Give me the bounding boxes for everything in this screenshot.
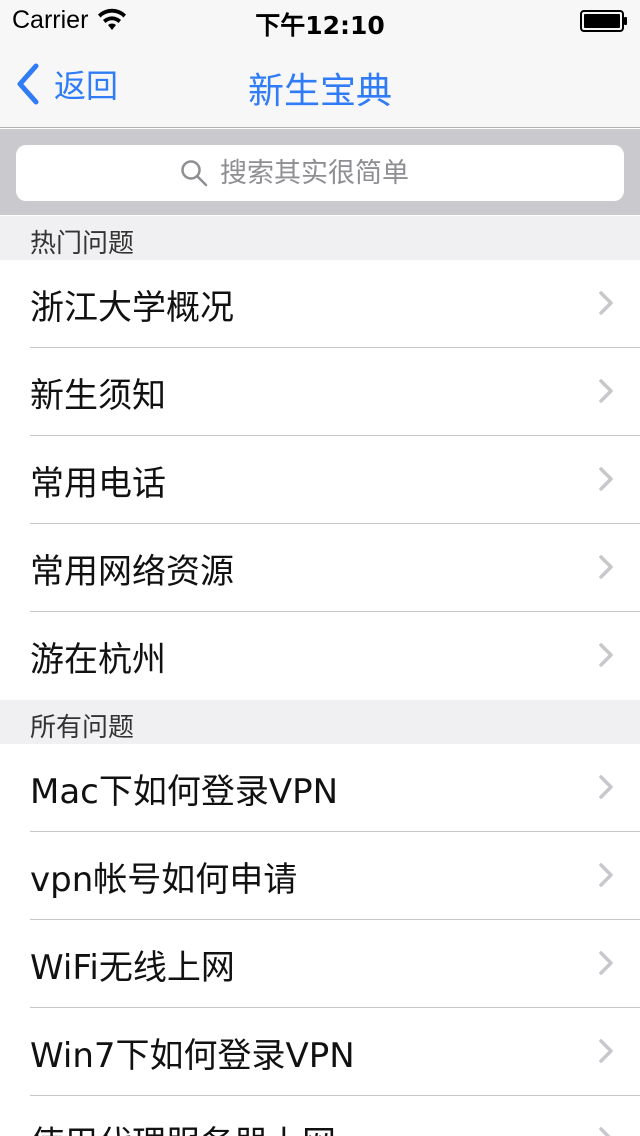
list-item-label: Mac下如何登录VPN <box>30 772 339 812</box>
search-input[interactable] <box>220 157 460 189</box>
section-header-hot: 热门问题 <box>0 216 640 260</box>
list-item-label: WiFi无线上网 <box>30 948 235 988</box>
top-bar: Carrier 下午12:10 返回 新生宝典 <box>0 0 640 128</box>
status-time: 下午12:10 <box>255 11 385 40</box>
search-field[interactable] <box>16 145 624 201</box>
list-item[interactable]: 使用代理服务器上网 <box>0 1096 640 1136</box>
chevron-right-icon <box>599 291 613 315</box>
search-icon <box>181 160 208 187</box>
status-bar: Carrier 下午12:10 <box>0 0 640 40</box>
list-item[interactable]: 常用电话 <box>0 436 640 524</box>
list-item[interactable]: 常用网络资源 <box>0 524 640 612</box>
chevron-right-icon <box>599 467 613 491</box>
page-title: 新生宝典 <box>247 71 392 112</box>
section-header-label: 热门问题 <box>30 229 135 259</box>
chevron-right-icon <box>599 951 613 975</box>
list-item-label: 常用电话 <box>30 464 166 504</box>
section-header-all: 所有问题 <box>0 700 640 744</box>
list-item[interactable]: vpn帐号如何申请 <box>0 832 640 920</box>
list-item[interactable]: 新生须知 <box>0 348 640 436</box>
navigation-bar: 返回 新生宝典 <box>0 40 640 128</box>
chevron-right-icon <box>599 555 613 579</box>
search-bar <box>0 129 640 215</box>
chevron-right-icon <box>599 1039 613 1063</box>
list-item[interactable]: Win7下如何登录VPN <box>0 1008 640 1096</box>
list-item-label: 浙江大学概况 <box>30 288 234 328</box>
list-item[interactable]: Mac下如何登录VPN <box>0 744 640 832</box>
list-item-label: 新生须知 <box>30 376 166 416</box>
chevron-right-icon <box>599 379 613 403</box>
chevron-right-icon <box>599 775 613 799</box>
list-item-label: 常用网络资源 <box>30 552 234 592</box>
section-header-label: 所有问题 <box>30 713 135 743</box>
chevron-right-icon <box>599 1127 611 1136</box>
list-item[interactable]: 游在杭州 <box>0 612 640 700</box>
chevron-right-icon <box>599 863 613 887</box>
list-item[interactable]: 浙江大学概况 <box>0 260 640 348</box>
list-item[interactable]: WiFi无线上网 <box>0 920 640 1008</box>
screen: Carrier 下午12:10 返回 新生宝典 搜索其实很简单 热门问题 浙江大… <box>0 0 640 1136</box>
chevron-right-icon <box>599 643 613 667</box>
list-item-label: vpn帐号如何申请 <box>30 860 298 900</box>
list-item-label: Win7下如何登录VPN <box>30 1036 355 1076</box>
list-item-label: 游在杭州 <box>30 640 166 680</box>
list-item-label: 使用代理服务器上网 <box>30 1116 336 1136</box>
battery-icon <box>580 10 627 32</box>
